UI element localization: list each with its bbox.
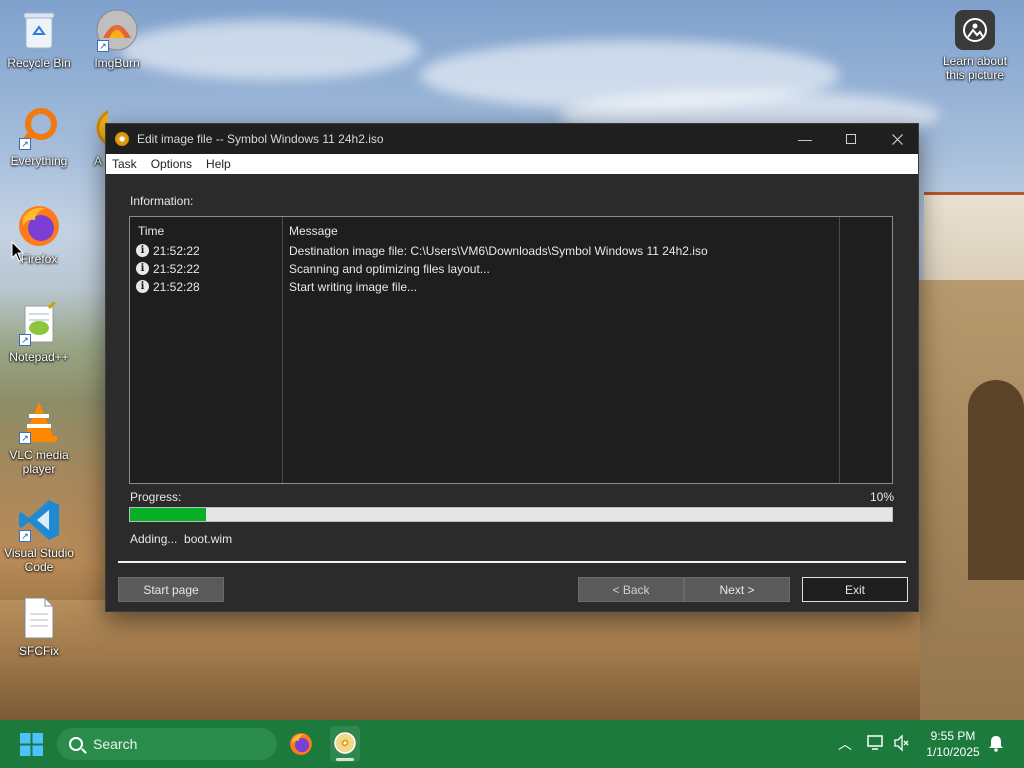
info-icon: i <box>136 244 149 257</box>
search-placeholder: Search <box>93 736 138 752</box>
log-row[interactable]: i 21:52:28 Start writing image file... <box>130 279 892 297</box>
shortcut-arrow-icon: ↗ <box>19 530 31 542</box>
log-time: 21:52:28 <box>153 280 200 294</box>
next-button[interactable]: Next > <box>684 577 790 602</box>
window-content: Information: Time Message i 21:52:22 Des… <box>106 174 918 611</box>
column-header-time[interactable]: Time <box>138 224 164 238</box>
desktop-icon-label: ImgBurn <box>94 56 140 70</box>
desktop-icon-recycle-bin[interactable]: Recycle Bin <box>0 8 78 70</box>
close-icon <box>891 133 903 145</box>
log-time: 21:52:22 <box>153 262 200 276</box>
menu-options[interactable]: Options <box>151 157 192 171</box>
desktop-icon-label: A <box>94 154 103 168</box>
status-file: boot.wim <box>184 532 233 546</box>
log-message: Destination image file: C:\Users\VM6\Dow… <box>289 244 708 258</box>
learn-about-picture-label: Learn about this picture <box>942 54 1008 82</box>
imgburn-icon: ↗ <box>95 8 139 52</box>
start-button[interactable] <box>20 733 43 759</box>
learn-about-picture[interactable]: Learn about this picture <box>935 10 1015 82</box>
log-row[interactable]: i 21:52:22 Scanning and optimizing files… <box>130 261 892 279</box>
shortcut-arrow-icon: ↗ <box>19 138 31 150</box>
shortcut-arrow-icon: ↗ <box>19 432 31 444</box>
log-list[interactable]: Time Message i 21:52:22 Destination imag… <box>129 216 893 484</box>
title-bar[interactable]: Edit image file -- Symbol Windows 11 24h… <box>106 124 918 154</box>
everything-search-icon: ↗ <box>17 106 61 150</box>
desktop-icon-label: Notepad++ <box>9 350 69 364</box>
maximize-button[interactable] <box>828 124 874 154</box>
window-title: Edit image file -- Symbol Windows 11 24h… <box>137 132 384 146</box>
log-message: Scanning and optimizing files layout... <box>289 262 490 276</box>
info-icon: i <box>136 262 149 275</box>
bridge-arch <box>968 380 1024 580</box>
menu-bar: Task Options Help <box>106 154 918 174</box>
menu-task[interactable]: Task <box>112 157 137 171</box>
vscode-icon: ↗ <box>17 498 61 542</box>
close-button[interactable] <box>874 124 920 154</box>
windows-logo-icon <box>20 733 43 756</box>
taskbar-firefox[interactable] <box>289 732 313 759</box>
mouse-cursor-icon <box>11 241 25 262</box>
desktop-icon-sfcfix[interactable]: SFCFix <box>0 596 78 658</box>
imgburn-icon <box>334 732 356 754</box>
exit-button[interactable]: Exit <box>802 577 908 602</box>
imgburn-app-icon <box>115 132 129 146</box>
notepad-plus-plus-icon: ↗ <box>17 302 61 346</box>
clock-time: 9:55 PM <box>930 729 976 743</box>
back-button[interactable]: < Back <box>578 577 684 602</box>
desktop-icon-imgburn[interactable]: ↗ ImgBurn <box>78 8 156 70</box>
volume-muted-icon[interactable] <box>893 734 911 755</box>
log-row[interactable]: i 21:52:22 Destination image file: C:\Us… <box>130 243 892 261</box>
desktop-icon-label: Visual Studio Code <box>4 546 74 574</box>
network-icon[interactable] <box>866 734 886 755</box>
menu-help[interactable]: Help <box>206 157 231 171</box>
information-label: Information: <box>130 194 194 208</box>
active-app-indicator <box>336 758 354 761</box>
desktop-icon-vscode[interactable]: ↗ Visual Studio Code <box>0 498 78 574</box>
vlc-icon: ↗ <box>17 400 61 444</box>
recycle-bin-icon <box>17 8 61 52</box>
shortcut-arrow-icon: ↗ <box>97 40 109 52</box>
footer-divider <box>118 561 906 563</box>
progress-bar <box>129 507 893 522</box>
desktop-icon-notepad-plus-plus[interactable]: ↗ Notepad++ <box>0 302 78 364</box>
document-icon <box>17 596 61 640</box>
show-hidden-icons-chevron-icon[interactable]: ︿ <box>838 734 852 754</box>
desktop-icon-label: Recycle Bin <box>7 56 71 70</box>
desktop-icon-vlc[interactable]: ↗ VLC media player <box>0 400 78 476</box>
notification-bell-icon[interactable] <box>988 734 1004 755</box>
taskbar-imgburn[interactable] <box>330 726 360 762</box>
desktop-icon-label: VLC media player <box>9 448 69 476</box>
taskbar: Search ︿ 9:55 PM 1/10/2025 <box>0 720 1024 768</box>
desktop-icon-label: SFCFix <box>19 644 59 658</box>
desktop-icon-partially-hidden[interactable]: A <box>78 106 108 168</box>
progress-bar-fill <box>130 508 207 521</box>
cloud <box>120 20 420 80</box>
taskbar-search-box[interactable]: Search <box>57 728 277 760</box>
info-icon: i <box>136 280 149 293</box>
status-line: Adding... boot.wim <box>130 532 232 546</box>
town-buildings <box>924 195 1024 290</box>
search-icon <box>69 737 83 751</box>
status-action: Adding... <box>130 532 178 546</box>
minimize-button[interactable]: — <box>782 124 828 154</box>
firefox-icon <box>290 733 312 755</box>
log-message: Start writing image file... <box>289 280 418 294</box>
log-time: 21:52:22 <box>153 244 200 258</box>
desktop-icon-label: Everything <box>10 154 68 168</box>
imgburn-window: Edit image file -- Symbol Windows 11 24h… <box>105 123 919 612</box>
clock-date: 1/10/2025 <box>926 745 980 759</box>
shortcut-arrow-icon: ↗ <box>19 334 31 346</box>
clock[interactable]: 9:55 PM 1/10/2025 <box>918 728 988 760</box>
cliff <box>0 600 920 720</box>
progress-label: Progress: <box>130 490 182 504</box>
learn-about-picture-icon <box>955 10 995 50</box>
progress-percent: 10% <box>869 490 894 504</box>
column-header-message[interactable]: Message <box>289 224 338 238</box>
start-page-button[interactable]: Start page <box>118 577 224 602</box>
maximize-icon <box>846 134 856 144</box>
desktop-icon-everything[interactable]: ↗ Everything <box>0 106 78 168</box>
